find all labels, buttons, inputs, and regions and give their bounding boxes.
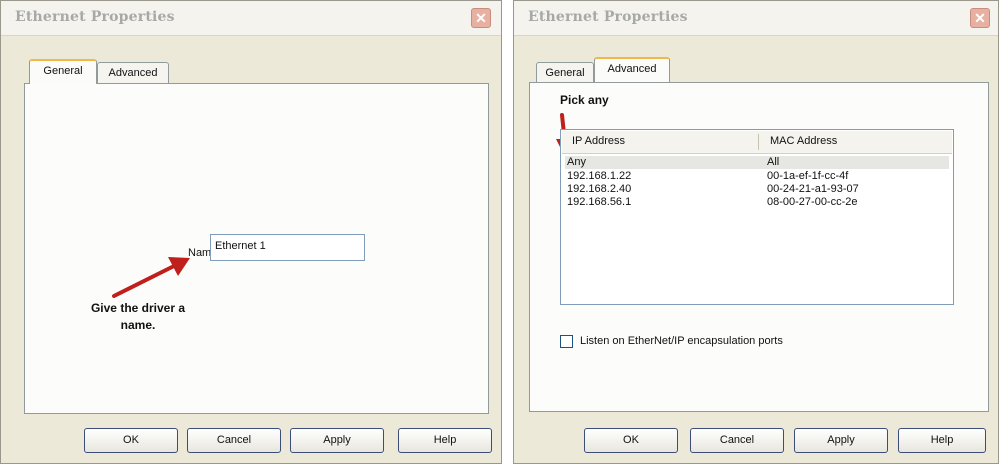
- ip-cell: Any: [567, 156, 586, 168]
- mac-cell: 00-1a-ef-1f-cc-4f: [767, 170, 849, 182]
- list-row[interactable]: 192.168.56.1 08-00-27-00-cc-2e: [565, 196, 949, 209]
- tab-panel-advanced: Pick any IP Address MAC Address Any All …: [529, 82, 989, 412]
- close-button[interactable]: ✕: [471, 8, 491, 28]
- list-row[interactable]: 192.168.1.22 00-1a-ef-1f-cc-4f: [565, 170, 949, 183]
- column-header-mac[interactable]: MAC Address: [770, 135, 837, 147]
- ethernet-properties-dialog-advanced: Ethernet Properties ✕ General Advanced P…: [513, 0, 999, 464]
- help-button[interactable]: Help: [398, 428, 492, 453]
- column-header-ip[interactable]: IP Address: [572, 135, 625, 147]
- mac-cell: 08-00-27-00-cc-2e: [767, 196, 858, 208]
- ip-cell: 192.168.2.40: [567, 183, 632, 195]
- mac-cell: All: [767, 156, 780, 168]
- tab-general[interactable]: General: [536, 62, 594, 84]
- cancel-button[interactable]: Cancel: [690, 428, 784, 453]
- tab-advanced[interactable]: Advanced: [97, 62, 169, 84]
- close-button[interactable]: ✕: [970, 8, 990, 28]
- cancel-button[interactable]: Cancel: [187, 428, 281, 453]
- mac-cell: 00-24-21-a1-93-07: [767, 183, 859, 195]
- title-bar[interactable]: Ethernet Properties ✕: [514, 1, 998, 36]
- list-row[interactable]: 192.168.2.40 00-24-21-a1-93-07: [565, 183, 949, 196]
- apply-button[interactable]: Apply: [794, 428, 888, 453]
- dialog-title: Ethernet Properties: [528, 9, 688, 25]
- ok-button[interactable]: OK: [584, 428, 678, 453]
- list-row-any[interactable]: Any All: [565, 156, 949, 169]
- ip-cell: 192.168.1.22: [567, 170, 632, 182]
- encapsulation-ports-checkbox[interactable]: [560, 335, 573, 348]
- name-input[interactable]: Ethernet 1: [210, 234, 365, 261]
- close-icon: ✕: [475, 10, 487, 26]
- annotation-give-name: Give the driver a name.: [90, 301, 186, 332]
- tab-general[interactable]: General: [29, 59, 97, 84]
- ok-button[interactable]: OK: [84, 428, 178, 453]
- ip-cell: 192.168.56.1: [567, 196, 632, 208]
- tab-advanced[interactable]: Advanced: [594, 57, 670, 82]
- title-bar[interactable]: Ethernet Properties ✕: [1, 1, 501, 36]
- annotation-pick-any: Pick any: [560, 93, 609, 107]
- checkbox-label[interactable]: Listen on EtherNet/IP encapsulation port…: [580, 335, 783, 347]
- dialog-title: Ethernet Properties: [15, 9, 175, 25]
- close-icon: ✕: [974, 10, 986, 26]
- ethernet-properties-dialog-general: Ethernet Properties ✕ General Advanced N…: [0, 0, 502, 464]
- column-divider[interactable]: [758, 134, 759, 150]
- apply-button[interactable]: Apply: [290, 428, 384, 453]
- list-header: IP Address MAC Address: [562, 131, 952, 154]
- tab-panel-general: Name Ethernet 1 Give the driver a name.: [24, 83, 489, 414]
- ip-address-list[interactable]: IP Address MAC Address Any All 192.168.1…: [560, 129, 954, 305]
- help-button[interactable]: Help: [898, 428, 986, 453]
- arrow-annotation-icon: [112, 257, 190, 298]
